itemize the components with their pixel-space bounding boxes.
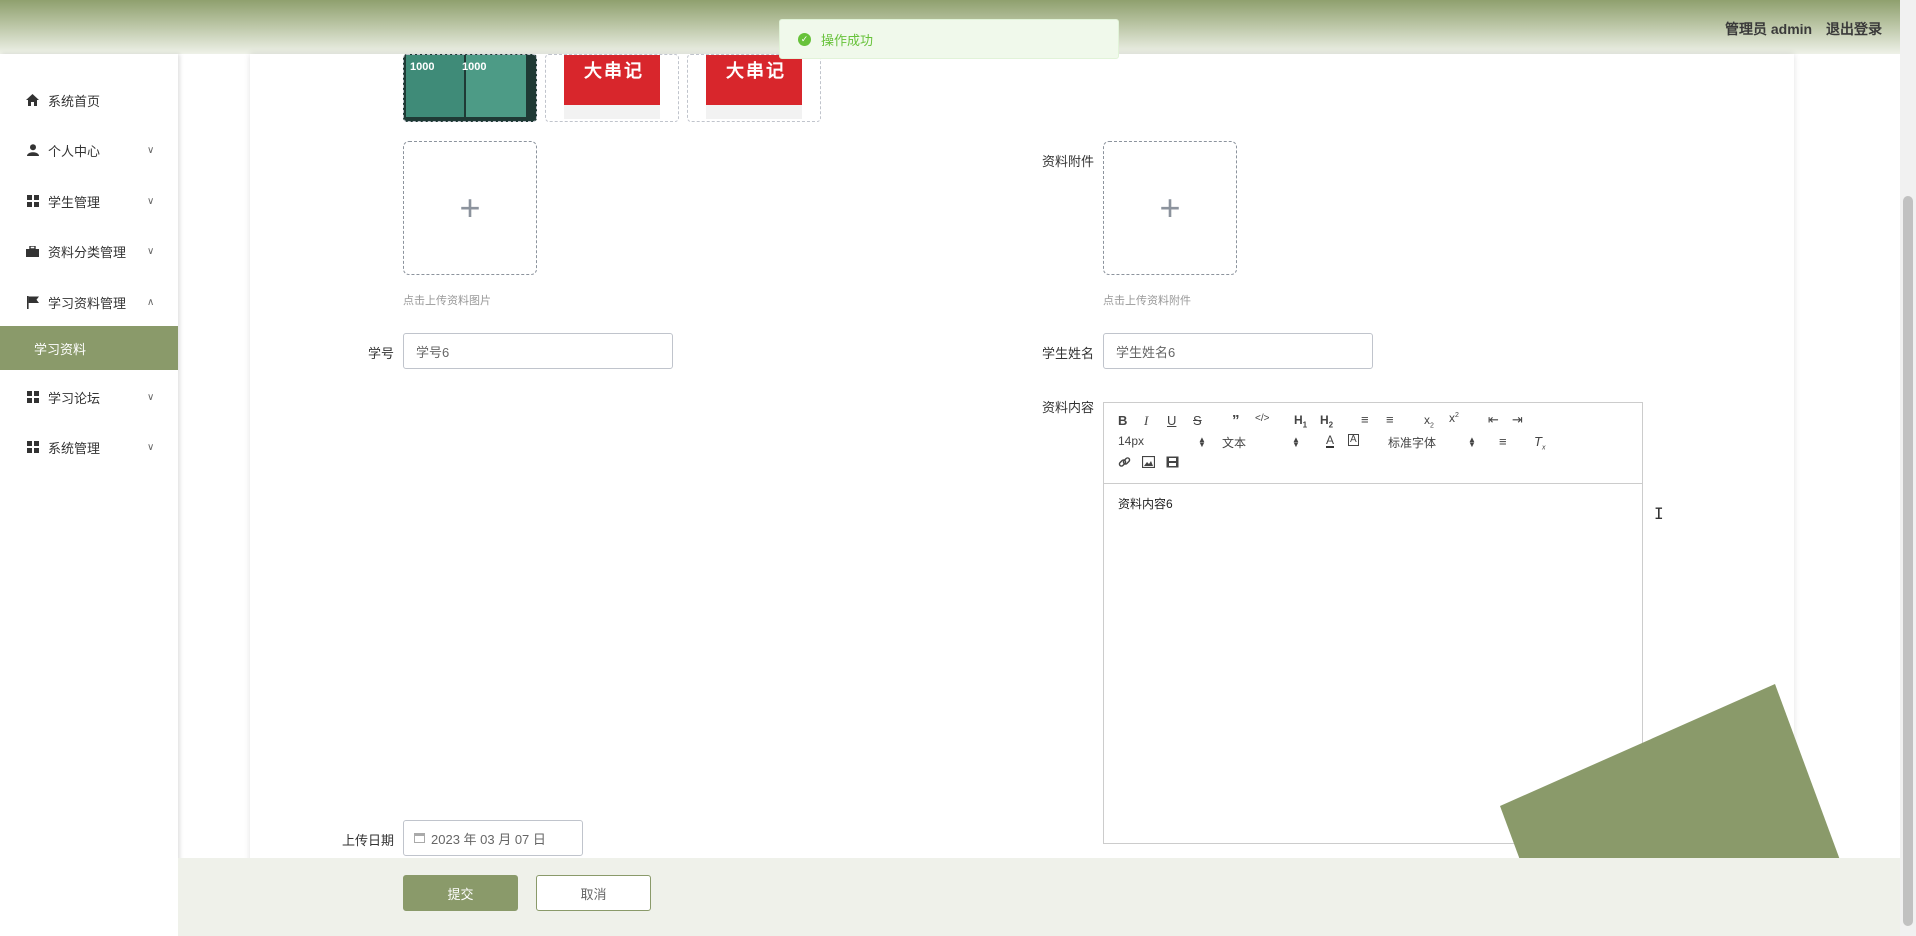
toast-message: 操作成功: [821, 32, 874, 48]
uploaded-image-thumbnail[interactable]: 大串记: [545, 54, 679, 122]
chevron-down-icon: ∨: [147, 245, 155, 257]
font-size-value: 14px: [1118, 434, 1145, 448]
sidebar-item-label: 资料分类管理: [48, 244, 127, 260]
underline-icon[interactable]: U: [1167, 413, 1176, 428]
plus-icon: +: [1159, 187, 1181, 228]
admin-user-label: 管理员 admin: [1724, 21, 1813, 37]
success-toast: ✓ 操作成功: [779, 19, 1119, 59]
plus-icon: +: [459, 187, 481, 228]
header-select-value: 文本: [1222, 436, 1247, 450]
thumbnail-text: 大串记: [726, 61, 786, 81]
sidebar-item-label: 系统首页: [48, 93, 101, 109]
select-arrows-icon: ▲ ▼: [1292, 435, 1300, 449]
grid-icon: [26, 391, 39, 404]
thumbnail-text: 大串记: [584, 61, 644, 81]
grid-icon: [26, 441, 39, 454]
sidebar-item-label: 个人中心: [48, 143, 101, 159]
image-upload-hint: 点击上传资料图片: [403, 295, 491, 307]
sidebar-item-study-material-management[interactable]: 学习资料管理 ∧: [0, 282, 178, 322]
sidebar-subitem-study-material[interactable]: 学习资料: [0, 326, 178, 370]
bold-icon[interactable]: B: [1118, 413, 1127, 428]
font-color-icon[interactable]: A: [1326, 434, 1335, 448]
chevron-down-icon: ∨: [147, 391, 155, 403]
student-name-input[interactable]: [1103, 333, 1373, 369]
sidebar-item-forum[interactable]: 学习论坛 ∨: [0, 377, 178, 417]
decorative-shape: [1500, 684, 1840, 860]
select-arrows-icon: ▲ ▼: [1468, 435, 1476, 449]
image-icon[interactable]: [1141, 455, 1156, 471]
font-family-value: 标准字体: [1388, 436, 1437, 450]
upload-date-picker[interactable]: 2023 年 03 月 07 日: [403, 820, 583, 856]
sidebar-item-label: 学习论坛: [48, 390, 101, 406]
calendar-icon: [414, 833, 425, 843]
scrollbar-thumb[interactable]: [1903, 196, 1913, 926]
italic-icon[interactable]: I: [1144, 413, 1148, 429]
sidebar-item-system-management[interactable]: 系统管理 ∨: [0, 427, 178, 467]
attachment-label: 资料附件: [1041, 154, 1094, 169]
font-family-select[interactable]: 标准字体 ▲ ▼: [1388, 434, 1478, 451]
flag-icon: [26, 295, 39, 309]
chevron-down-icon: ∨: [147, 195, 155, 207]
uploaded-image-thumbnail[interactable]: 大串记: [687, 54, 821, 122]
sidebar-item-label: 系统管理: [48, 440, 101, 456]
ordered-list-icon[interactable]: ≡: [1361, 412, 1369, 427]
student-name-label: 学生姓名: [1041, 346, 1094, 361]
sidebar: 系统首页 个人中心 ∨ 学生管理 ∨ 资料分类管理 ∨ 学习资料管理 ∧ 学习资…: [0, 54, 178, 936]
sidebar-item-personal-center[interactable]: 个人中心 ∨: [0, 130, 178, 170]
code-block-icon[interactable]: </>: [1255, 413, 1269, 424]
editor-content[interactable]: 资料内容6: [1118, 495, 1173, 512]
link-icon[interactable]: [1118, 456, 1131, 472]
upload-date-value: 2023 年 03 月 07 日: [431, 831, 546, 847]
student-id-label: 学号: [367, 346, 394, 361]
text-cursor-icon: I: [1654, 504, 1664, 523]
background-color-icon[interactable]: A: [1348, 434, 1359, 446]
blockquote-icon[interactable]: ”: [1232, 412, 1240, 429]
uploaded-image-thumbnail[interactable]: 1000 1000: [403, 54, 537, 122]
sidebar-item-student-management[interactable]: 学生管理 ∨: [0, 181, 178, 221]
sidebar-subitem-label: 学习资料: [34, 341, 87, 357]
font-size-select[interactable]: 14px ▲ ▼: [1118, 434, 1208, 450]
submit-button[interactable]: 提交: [403, 875, 518, 911]
student-id-input[interactable]: [403, 333, 673, 369]
subscript-icon[interactable]: x2: [1424, 413, 1434, 429]
clear-format-icon[interactable]: Tx: [1534, 434, 1545, 452]
image-upload-button[interactable]: +: [403, 141, 537, 275]
heading-1-icon[interactable]: H1: [1294, 413, 1307, 429]
cancel-button[interactable]: 取消: [536, 875, 651, 911]
sidebar-item-label: 学习资料管理: [48, 295, 127, 311]
attachment-upload-hint: 点击上传资料附件: [1103, 295, 1191, 307]
grid-icon: [26, 195, 39, 208]
home-icon: [26, 94, 39, 107]
success-check-icon: ✓: [798, 32, 811, 46]
outdent-icon[interactable]: ⇤: [1488, 412, 1499, 428]
chevron-up-icon: ∧: [147, 296, 155, 308]
briefcase-icon: [26, 245, 39, 258]
strikethrough-icon[interactable]: S: [1193, 413, 1202, 428]
book-cover-image: 大串记: [706, 55, 802, 119]
book-cover-image: 大串记: [564, 55, 660, 119]
user-icon: [26, 144, 39, 157]
logout-link[interactable]: 退出登录: [1826, 21, 1882, 37]
video-icon[interactable]: [1166, 456, 1179, 471]
bullet-list-icon[interactable]: ≡: [1386, 412, 1394, 427]
indent-icon[interactable]: ⇥: [1512, 412, 1523, 428]
thumbnail-text: 1000: [410, 61, 435, 73]
thumbnail-text: 1000: [462, 61, 487, 73]
heading-2-icon[interactable]: H2: [1320, 413, 1333, 429]
sidebar-item-label: 学生管理: [48, 194, 101, 210]
chevron-down-icon: ∨: [147, 441, 155, 453]
header-select[interactable]: 文本 ▲ ▼: [1222, 434, 1302, 451]
sidebar-item-home[interactable]: 系统首页: [0, 80, 178, 120]
align-icon[interactable]: ≡: [1499, 434, 1507, 449]
editor-toolbar: B I U S ” </> H1 H2 ≡ ≡ x2 x2 ⇤ ⇥ 14px ▲…: [1104, 403, 1642, 484]
superscript-icon[interactable]: x2: [1449, 411, 1459, 425]
upload-date-label: 上传日期: [341, 833, 394, 848]
user-area: 管理员 admin 退出登录: [1715, 19, 1882, 39]
select-arrows-icon: ▲ ▼: [1198, 435, 1206, 449]
chevron-down-icon: ∨: [147, 144, 155, 156]
content-label: 资料内容: [1041, 400, 1094, 415]
attachment-upload-button[interactable]: +: [1103, 141, 1237, 275]
sidebar-item-category-management[interactable]: 资料分类管理 ∨: [0, 231, 178, 271]
